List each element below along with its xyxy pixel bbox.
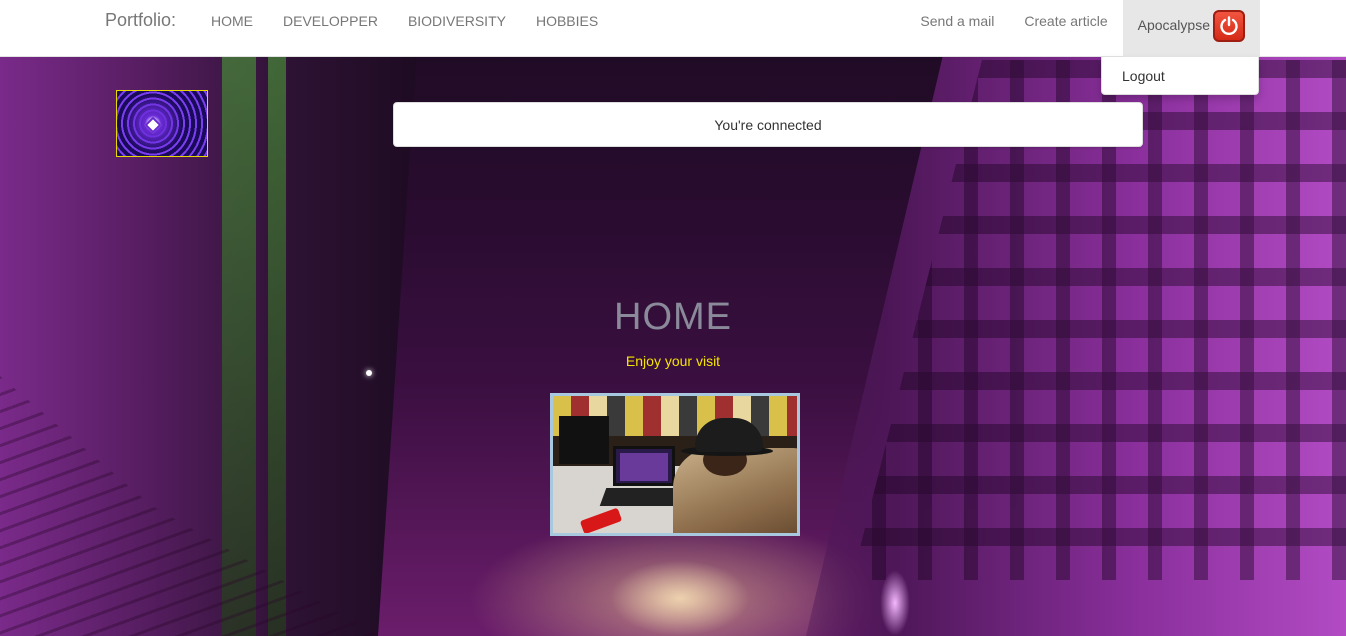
page-title: HOME xyxy=(614,296,732,338)
main-nav: HOME DEVELOPPER BIODIVERSITY HOBBIES xyxy=(196,0,613,42)
site-logo-thumbnail[interactable] xyxy=(116,90,208,157)
power-icon xyxy=(1213,10,1245,42)
nav-hobbies[interactable]: HOBBIES xyxy=(521,0,613,42)
brand-link[interactable]: Portfolio: xyxy=(105,10,176,31)
street-light-glow xyxy=(880,570,910,636)
user-nav: Send a mail Create article Apocalypse xyxy=(905,0,1260,57)
profile-photo xyxy=(550,393,800,536)
nav-biodiversity[interactable]: BIODIVERSITY xyxy=(393,0,521,42)
create-article-link[interactable]: Create article xyxy=(1009,0,1122,57)
nav-home[interactable]: HOME xyxy=(196,0,268,42)
connected-alert: You're connected xyxy=(393,102,1143,147)
user-menu-toggle[interactable]: Apocalypse xyxy=(1122,0,1260,57)
logout-link[interactable]: Logout xyxy=(1102,57,1258,95)
top-navbar: Portfolio: HOME DEVELOPPER BIODIVERSITY … xyxy=(0,0,1346,57)
send-mail-link[interactable]: Send a mail xyxy=(905,0,1009,57)
username-label: Apocalypse xyxy=(1137,17,1210,33)
street-lamp xyxy=(366,370,372,376)
user-dropdown-menu: Logout xyxy=(1101,57,1259,95)
page-subtitle: Enjoy your visit xyxy=(625,353,721,369)
street-light-glow xyxy=(610,560,750,636)
nav-developper[interactable]: DEVELOPPER xyxy=(268,0,393,42)
diamond-icon xyxy=(144,116,162,134)
